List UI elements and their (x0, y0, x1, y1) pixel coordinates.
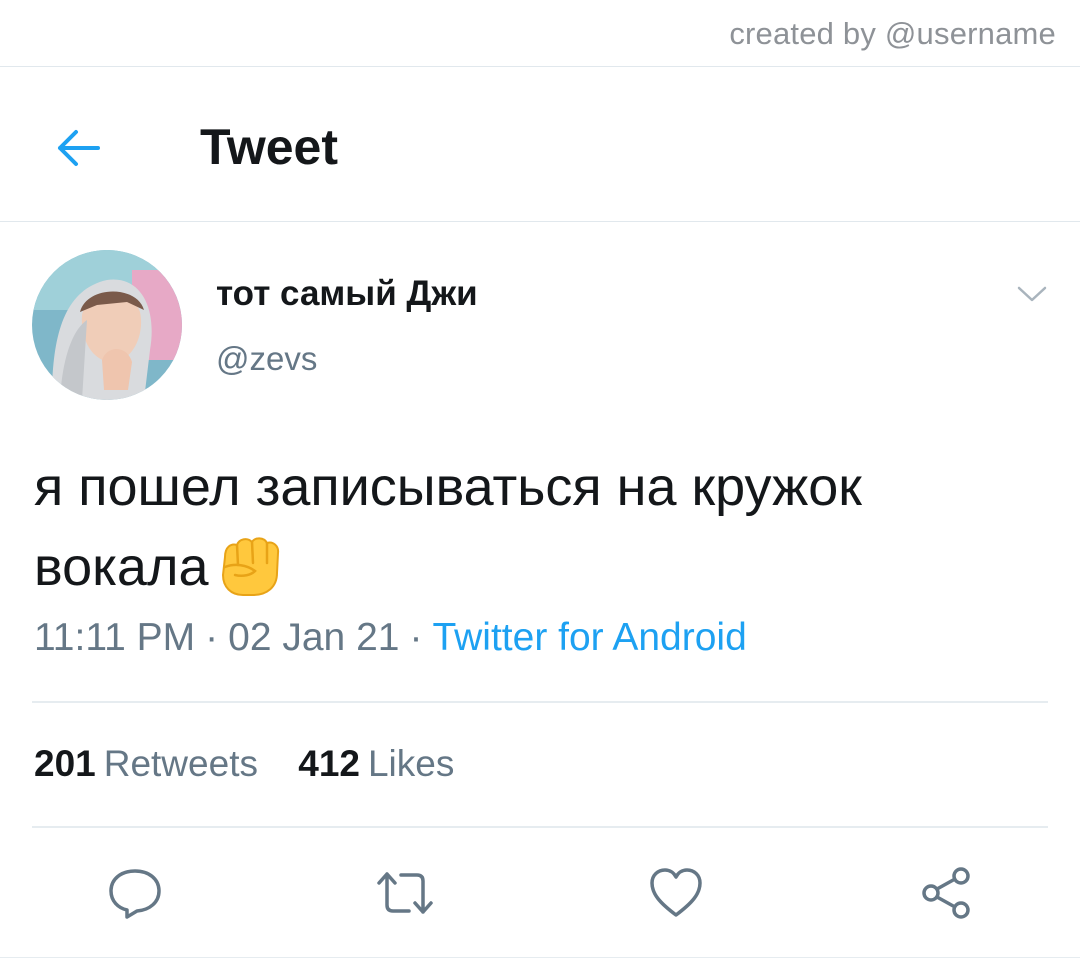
arrow-left-icon (58, 130, 100, 166)
tweet-text: я пошел записываться на кружок вокала (34, 447, 1044, 607)
meta-separator: · (205, 616, 219, 659)
tweet-menu-button[interactable] (1010, 276, 1054, 312)
tweet-body: я пошел записываться на кружок вокала (34, 457, 862, 597)
bottom-divider (0, 957, 1080, 958)
meta-separator: · (409, 616, 423, 659)
share-icon (922, 867, 970, 919)
tweet-date: 02 Jan 21 (228, 616, 400, 659)
retweets-label: Retweets (103, 743, 258, 784)
back-button[interactable] (48, 118, 108, 178)
stats-divider (32, 826, 1048, 828)
reply-icon (109, 869, 161, 919)
avatar[interactable] (32, 250, 182, 400)
top-divider (0, 66, 1080, 67)
retweets-count: 201 (34, 743, 96, 784)
avatar-image (32, 250, 182, 400)
retweet-button[interactable] (372, 860, 438, 926)
tweet-meta: 11:11 PM · 02 Jan 21 · Twitter for Android (34, 616, 747, 660)
tweet-stats: 201 Retweets 412 Likes (34, 743, 484, 785)
author-name[interactable]: тот самый Джи (216, 274, 478, 314)
page-title: Tweet (200, 119, 338, 175)
tweet-source-link[interactable]: Twitter for Android (432, 616, 746, 659)
retweets-stat[interactable]: 201 Retweets (34, 743, 258, 785)
action-bar (0, 860, 1080, 926)
creator-credit: created by @username (729, 16, 1056, 51)
likes-label: Likes (367, 743, 455, 784)
retweet-icon (377, 872, 433, 914)
header-divider (0, 221, 1080, 222)
raised-fist-emoji (221, 537, 279, 596)
likes-stat[interactable]: 412 Likes (298, 743, 454, 785)
meta-divider (32, 701, 1048, 703)
reply-button[interactable] (102, 860, 168, 926)
likes-count: 412 (298, 743, 360, 784)
author-handle[interactable]: @zevs (216, 340, 317, 378)
chevron-down-icon (1017, 286, 1047, 302)
like-button[interactable] (643, 860, 709, 926)
share-button[interactable] (913, 860, 979, 926)
tweet-time: 11:11 PM (34, 616, 196, 659)
tweet-screen: created by @username Tweet тот самый Джи… (0, 0, 1080, 976)
heart-icon (650, 868, 702, 917)
